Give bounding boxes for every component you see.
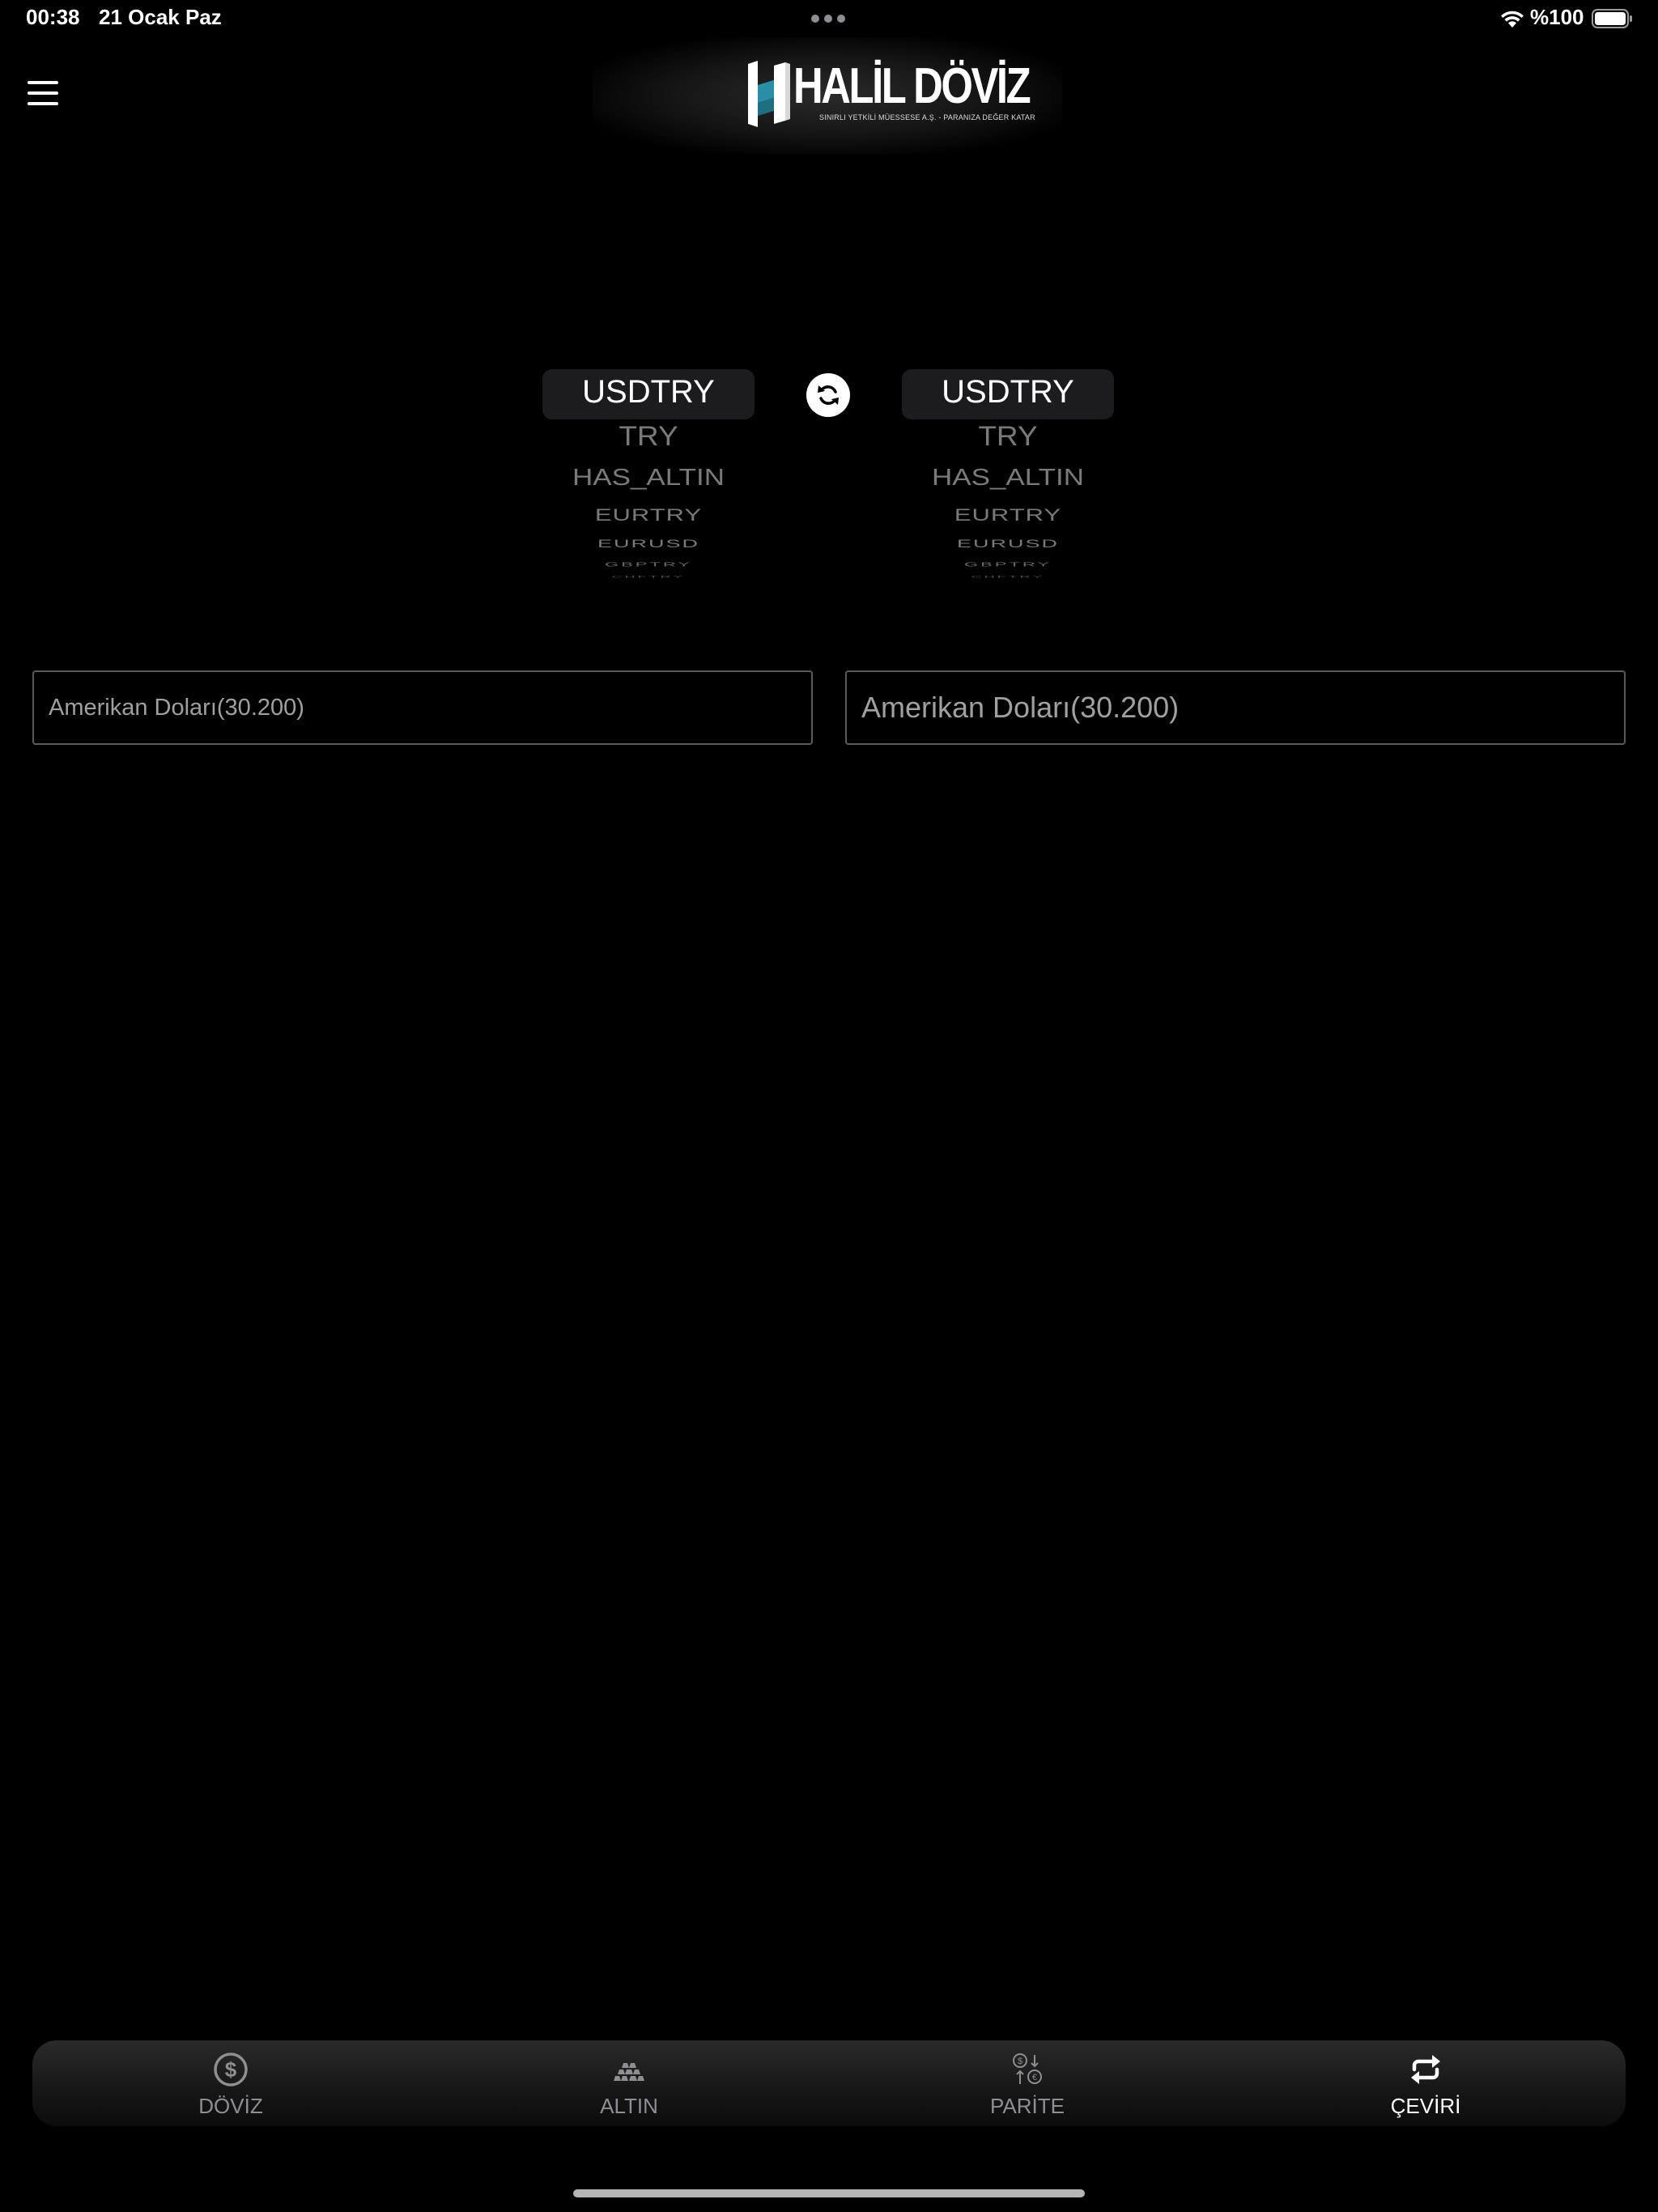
home-indicator[interactable]	[573, 2189, 1085, 2197]
picker-option[interactable]: CHFTRY	[541, 575, 756, 578]
picker-option[interactable]: HAS_ALTIN	[541, 465, 756, 491]
swap-currencies-button[interactable]	[806, 373, 850, 417]
picker-option[interactable]: CHFTRY	[900, 575, 1116, 578]
dollar-circle-icon: $	[214, 2052, 248, 2087]
from-amount-field[interactable]	[32, 670, 813, 745]
tab-label: PARİTE	[990, 2094, 1065, 2118]
picker-option[interactable]: GBPTRY	[900, 561, 1116, 568]
repeat-arrows-icon	[1411, 2055, 1440, 2084]
logo-text: HALİL DÖVİZ	[793, 58, 1031, 114]
gold-bars-icon	[614, 2063, 644, 2081]
hamburger-menu-icon[interactable]	[28, 81, 62, 110]
picker-option[interactable]: EURUSD	[900, 537, 1116, 550]
tab-parite[interactable]: $ € PARİTE	[946, 2040, 1108, 2126]
tab-label: ÇEVİRİ	[1390, 2094, 1461, 2118]
logo-h-mark-icon	[748, 61, 790, 127]
tab-label: DÖVİZ	[198, 2094, 263, 2118]
picker-option[interactable]: USDTRY	[541, 374, 756, 410]
battery-percentage: %100	[1530, 5, 1584, 29]
to-currency-picker[interactable]: USDTRY TRY HAS_ALTIN EURTRY EURUSD GBPTR…	[900, 363, 1116, 581]
tab-altin[interactable]: ALTIN	[548, 2040, 710, 2126]
currency-exchange-icon: $ €	[1013, 2053, 1042, 2084]
picker-option[interactable]: GBPTRY	[541, 561, 756, 568]
multitasking-dots-icon[interactable]	[811, 15, 845, 23]
swap-refresh-icon	[818, 385, 839, 405]
from-amount-input[interactable]	[34, 672, 811, 743]
to-amount-field[interactable]	[845, 670, 1626, 745]
logo-tagline: SINIRLI YETKİLİ MÜESSESE A.Ş. - PARANIZA…	[819, 113, 1035, 121]
tab-ceviri[interactable]: ÇEVİRİ	[1345, 2040, 1507, 2126]
wifi-icon	[1501, 11, 1524, 28]
svg-text:€: €	[1032, 2073, 1037, 2082]
picker-option[interactable]: EURUSD	[541, 537, 756, 550]
status-bar: 00:38 21 Ocak Paz %100	[0, 0, 1658, 37]
battery-icon	[1592, 9, 1632, 28]
picker-option[interactable]: TRY	[541, 421, 756, 453]
picker-option[interactable]: HAS_ALTIN	[900, 465, 1116, 491]
picker-option[interactable]: EURTRY	[541, 505, 756, 525]
svg-text:$: $	[225, 2057, 237, 2082]
brand-logo: HALİL DÖVİZ SINIRLI YETKİLİ MÜESSESE A.Ş…	[593, 37, 1062, 154]
status-date: 21 Ocak Paz	[99, 5, 222, 29]
tab-label: ALTIN	[600, 2094, 658, 2118]
status-time: 00:38	[26, 5, 80, 29]
bottom-tab-bar: $ DÖVİZ ALTIN $ € PARİTE ÇEVİRİ	[32, 2040, 1626, 2126]
to-amount-input[interactable]	[847, 672, 1624, 743]
tab-doviz[interactable]: $ DÖVİZ	[150, 2040, 312, 2126]
svg-text:$: $	[1018, 2057, 1022, 2066]
picker-option[interactable]: EURTRY	[900, 505, 1116, 525]
from-currency-picker[interactable]: USDTRY TRY HAS_ALTIN EURTRY EURUSD GBPTR…	[541, 363, 756, 581]
picker-option[interactable]: USDTRY	[900, 374, 1116, 410]
picker-option[interactable]: TRY	[900, 421, 1116, 453]
